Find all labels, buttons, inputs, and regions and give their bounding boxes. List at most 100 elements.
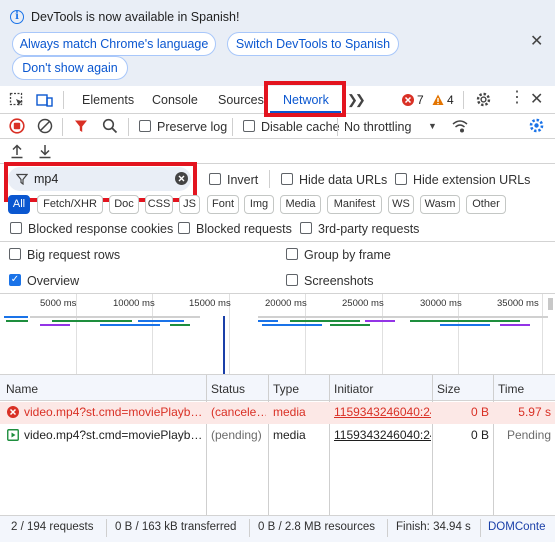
warning-count[interactable]: 4 (447, 93, 454, 107)
column-header-type[interactable]: Type (273, 382, 299, 396)
column-header-time[interactable]: Time (498, 382, 524, 396)
blocked-cookies-checkbox[interactable] (10, 222, 22, 234)
preserve-log-checkbox[interactable] (139, 120, 151, 132)
section-divider (0, 241, 555, 242)
column-divider (432, 375, 433, 515)
clear-icon[interactable] (37, 118, 53, 134)
network-settings-icon[interactable] (528, 117, 545, 134)
dont-show-again-button[interactable]: Don't show again (12, 56, 128, 80)
big-rows-checkbox[interactable] (9, 248, 21, 260)
big-rows-label: Big request rows (27, 248, 121, 262)
toolbar-divider (337, 118, 338, 136)
dom-content-loaded-marker (223, 316, 225, 374)
request-initiator-link[interactable]: 1159343246040:24 (334, 428, 431, 442)
type-filter-all[interactable]: All (8, 195, 30, 214)
waterfall-bar (258, 320, 278, 322)
timeline-tick: 10000 ms (113, 298, 155, 309)
hide-data-urls-checkbox[interactable] (281, 173, 293, 185)
device-toolbar-icon[interactable] (36, 92, 54, 108)
type-filter-wasm[interactable]: Wasm (420, 195, 460, 214)
match-language-button[interactable]: Always match Chrome's language (12, 32, 216, 56)
request-type: media (273, 405, 306, 419)
screenshots-checkbox[interactable] (286, 274, 298, 286)
invert-label: Invert (227, 173, 259, 187)
infobar-message: DevTools is now available in Spanish! (31, 10, 240, 24)
column-header-size[interactable]: Size (437, 382, 460, 396)
waterfall-bar (100, 324, 160, 326)
type-filter-font[interactable]: Font (207, 195, 239, 214)
type-filter-doc[interactable]: Doc (109, 195, 139, 214)
type-filter-media[interactable]: Media (280, 195, 321, 214)
disable-cache-checkbox[interactable] (243, 120, 255, 132)
overview-handle[interactable] (548, 298, 553, 310)
waterfall-bar (290, 320, 360, 322)
tab-elements[interactable]: Elements (82, 86, 134, 114)
throttling-select[interactable]: No throttling (344, 120, 411, 134)
waterfall-bar (258, 316, 548, 318)
preserve-log-label: Preserve log (157, 120, 228, 134)
overview-checkbox[interactable]: ✓ (9, 274, 21, 286)
column-header-status[interactable]: Status (211, 382, 245, 396)
request-size: 0 B (470, 405, 489, 419)
transferred-size: 0 B / 163 kB transferred (115, 521, 237, 533)
overview-label: Overview (27, 274, 80, 288)
blocked-cookies-label: Blocked response cookies (28, 222, 174, 236)
info-icon: i (10, 10, 24, 24)
waterfall-bar (138, 320, 184, 322)
hide-extension-urls-label: Hide extension URLs (413, 173, 531, 187)
hide-extension-urls-checkbox[interactable] (395, 173, 407, 185)
tab-console[interactable]: Console (152, 86, 198, 114)
close-infobar-icon[interactable]: ✕ (530, 34, 543, 50)
waterfall-bar (330, 324, 370, 326)
toolbar-divider (232, 118, 233, 136)
timeline-tick: 5000 ms (40, 298, 77, 309)
request-name[interactable]: video.mp4?st.cmd=moviePlayb… (24, 428, 202, 442)
filter-toggle-icon[interactable] (74, 119, 88, 133)
network-conditions-icon[interactable] (451, 118, 469, 134)
waterfall-bar (500, 324, 530, 326)
type-filter-css[interactable]: CSS (145, 195, 173, 214)
type-filter-other[interactable]: Other (466, 195, 506, 214)
disable-cache-label: Disable cache (261, 120, 340, 134)
type-filter-manifest[interactable]: Manifest (327, 195, 382, 214)
status-divider (480, 519, 481, 537)
import-har-icon[interactable] (10, 143, 24, 159)
settings-gear-icon[interactable] (475, 91, 492, 108)
more-options-icon[interactable]: ⋮ (509, 90, 525, 106)
dom-content-loaded: DOMConte (488, 521, 546, 533)
type-filter-fetch-xhr[interactable]: Fetch/XHR (37, 195, 103, 214)
dropdown-arrow-icon[interactable]: ▼ (428, 121, 437, 131)
invert-checkbox[interactable] (209, 173, 221, 185)
more-tabs-icon[interactable]: ❯❯ (347, 92, 366, 108)
inspect-element-icon[interactable] (9, 92, 25, 108)
third-party-checkbox[interactable] (300, 222, 312, 234)
export-har-icon[interactable] (38, 143, 52, 159)
type-filter-ws[interactable]: WS (388, 195, 414, 214)
tab-sources[interactable]: Sources (218, 86, 264, 114)
toolbar-divider (269, 170, 270, 188)
column-header-initiator[interactable]: Initiator (334, 382, 373, 396)
record-stop-icon[interactable] (9, 118, 25, 134)
waterfall-bar (6, 320, 28, 322)
status-divider (249, 519, 250, 537)
close-devtools-icon[interactable]: ✕ (530, 92, 543, 108)
type-filter-js[interactable]: JS (179, 195, 200, 214)
type-filter-img[interactable]: Img (244, 195, 274, 214)
request-name[interactable]: video.mp4?st.cmd=moviePlayb… (24, 405, 202, 419)
group-by-frame-checkbox[interactable] (286, 248, 298, 260)
request-time: 5.97 s (518, 405, 551, 419)
error-count[interactable]: 7 (417, 93, 424, 107)
blocked-requests-checkbox[interactable] (178, 222, 190, 234)
request-status: (pending) (211, 428, 262, 442)
column-header-name[interactable]: Name (6, 382, 38, 396)
blocked-requests-label: Blocked requests (196, 222, 292, 236)
column-divider (329, 375, 330, 515)
status-divider (106, 519, 107, 537)
network-tab-highlight (264, 81, 346, 117)
request-type: media (273, 428, 306, 442)
waterfall-bar (170, 324, 190, 326)
request-initiator-link[interactable]: 1159343246040:24 (334, 405, 431, 419)
switch-spanish-button[interactable]: Switch DevTools to Spanish (227, 32, 399, 56)
waterfall-bar (410, 320, 520, 322)
search-icon[interactable] (102, 118, 118, 134)
